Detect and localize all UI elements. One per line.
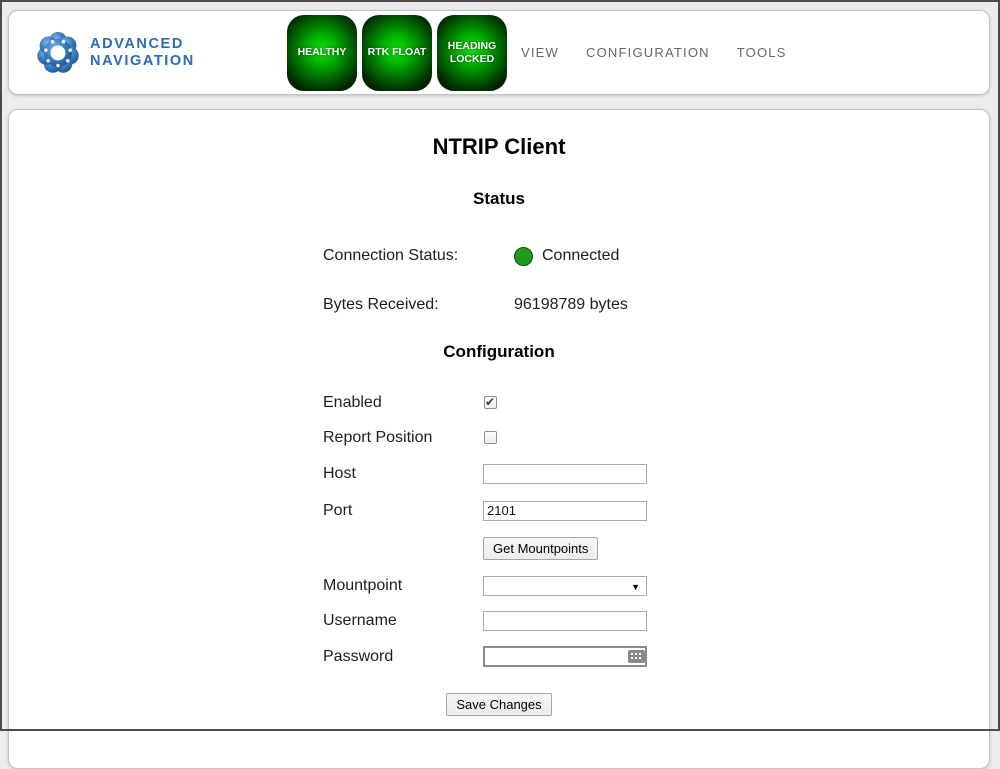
status-badge-label: HEADING LOCKED xyxy=(441,40,503,66)
bytes-received-row: Bytes Received: 96198789 bytes xyxy=(323,295,989,315)
save-changes-button[interactable]: Save Changes xyxy=(446,693,551,716)
host-row: Host xyxy=(323,463,989,484)
port-row: Port xyxy=(323,500,989,521)
mountpoint-label: Mountpoint xyxy=(323,577,483,595)
configuration-heading: Configuration xyxy=(9,342,989,362)
host-input[interactable] xyxy=(483,464,647,484)
save-row: Save Changes xyxy=(9,693,989,716)
password-field-wrap xyxy=(483,646,647,667)
enabled-row: Enabled xyxy=(323,392,989,413)
mountpoint-row: Mountpoint ▼ xyxy=(323,575,989,596)
bytes-received-label: Bytes Received: xyxy=(323,296,514,314)
page-title: NTRIP Client xyxy=(9,110,989,160)
status-badge-rtk-float: RTK FLOAT xyxy=(362,15,432,91)
connection-status-value: Connected xyxy=(542,247,619,265)
status-badge-healthy: HEALTHY xyxy=(287,15,357,91)
nav-configuration[interactable]: CONFIGURATION xyxy=(586,45,710,60)
status-badge-label: HEALTHY xyxy=(298,46,347,59)
status-badge-label: RTK FLOAT xyxy=(368,46,427,59)
enabled-label: Enabled xyxy=(323,394,483,412)
port-label: Port xyxy=(323,502,483,520)
connection-status-row: Connection Status: Connected xyxy=(323,246,989,266)
port-input[interactable] xyxy=(483,501,647,521)
chevron-down-icon: ▼ xyxy=(631,581,640,593)
status-badges: HEALTHY RTK FLOAT HEADING LOCKED xyxy=(287,15,507,91)
enabled-checkbox[interactable] xyxy=(484,396,497,409)
username-label: Username xyxy=(323,612,483,630)
bytes-received-value: 96198789 bytes xyxy=(514,296,628,314)
nav-view[interactable]: VIEW xyxy=(521,45,559,60)
mountpoint-select[interactable]: ▼ xyxy=(483,576,647,596)
connection-status-label: Connection Status: xyxy=(323,247,514,265)
main-nav: VIEW CONFIGURATION TOOLS xyxy=(521,11,787,94)
report-position-label: Report Position xyxy=(323,429,483,447)
logo-line2: NAVIGATION xyxy=(90,53,195,69)
status-heading: Status xyxy=(9,189,989,209)
keyboard-icon[interactable] xyxy=(628,650,645,663)
content-card: NTRIP Client Status Connection Status: C… xyxy=(8,109,990,769)
logo: ADVANCED NAVIGATION xyxy=(35,30,195,76)
get-mountpoints-button[interactable]: Get Mountpoints xyxy=(483,537,598,560)
connection-indicator-icon xyxy=(514,247,533,266)
password-label: Password xyxy=(323,648,483,666)
get-mountpoints-row: Get Mountpoints xyxy=(323,538,989,559)
logo-emblem-icon xyxy=(35,30,81,76)
nav-tools[interactable]: TOOLS xyxy=(737,45,787,60)
host-label: Host xyxy=(323,465,483,483)
report-position-row: Report Position xyxy=(323,427,989,448)
password-row: Password xyxy=(323,646,989,667)
logo-text: ADVANCED NAVIGATION xyxy=(90,36,195,68)
report-position-checkbox[interactable] xyxy=(484,431,497,444)
logo-line1: ADVANCED xyxy=(90,36,195,52)
username-input[interactable] xyxy=(483,611,647,631)
status-badge-heading-locked: HEADING LOCKED xyxy=(437,15,507,91)
username-row: Username xyxy=(323,610,989,631)
password-input[interactable] xyxy=(483,646,647,667)
header-bar: ADVANCED NAVIGATION HEALTHY RTK FLOAT HE… xyxy=(8,10,990,95)
